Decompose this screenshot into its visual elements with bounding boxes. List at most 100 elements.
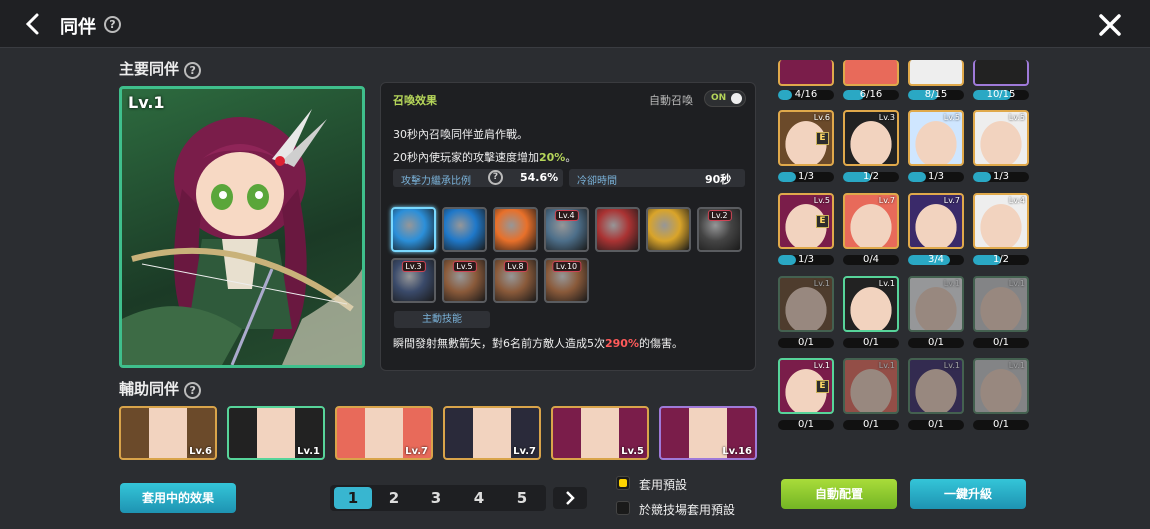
sub-companion-card[interactable]: Lv.7 (335, 406, 433, 460)
checked-indicator (619, 479, 627, 487)
skill-level-badge: Lv.10 (551, 261, 582, 272)
sub-companion-card[interactable]: Lv.1 (227, 406, 325, 460)
companion-card[interactable] (973, 60, 1029, 86)
top-bar: 同伴 ? (0, 0, 1150, 48)
shard-progress: 0/4 (843, 255, 899, 265)
companion-level: Lv.4 (1008, 196, 1025, 205)
companion-level: Lv.5 (813, 196, 830, 205)
companion-level: Lv.3 (878, 113, 895, 122)
arena-preset-checkbox[interactable] (616, 501, 630, 515)
help-icon[interactable]: ? (488, 170, 503, 185)
help-icon[interactable]: ? (184, 382, 202, 399)
companion-card[interactable]: Lv.7 (843, 193, 899, 249)
main-companion-level: Lv.1 (128, 93, 165, 112)
companion-card[interactable]: Lv.3 (843, 110, 899, 166)
companion-card[interactable]: Lv.1 (843, 358, 899, 414)
apply-preset-checkbox[interactable] (616, 476, 630, 490)
page-1-button[interactable]: 1 (334, 487, 372, 509)
companion-card[interactable]: Lv.1 (973, 358, 1029, 414)
skill-level-badge: Lv.8 (503, 261, 528, 272)
wind-blast-icon[interactable]: Lv.4 (544, 207, 589, 252)
page-selector: 1 2 3 4 5 (330, 485, 546, 511)
vortex-icon[interactable]: Lv.3 (391, 258, 436, 303)
shard-progress: 1/2 (843, 172, 899, 182)
gauntlet-icon[interactable] (595, 207, 640, 252)
ice-bow-icon[interactable] (442, 207, 487, 252)
companion-card[interactable]: Lv.1 (908, 276, 964, 332)
shard-progress: 0/1 (843, 420, 899, 430)
equipped-badge-icon: E (816, 132, 829, 145)
close-icon[interactable] (1098, 13, 1122, 37)
companion-level: Lv.1 (813, 279, 830, 288)
sub-companion-level: Lv.7 (405, 446, 428, 457)
sub-companion-card[interactable]: Lv.5 (551, 406, 649, 460)
companion-level: Lv.1 (1008, 361, 1025, 370)
companion-level: Lv.5 (943, 113, 960, 122)
fox-spirit-icon[interactable]: Lv.8 (493, 258, 538, 303)
companion-card[interactable]: Lv.1 E (778, 358, 834, 414)
sub-companion-level: Lv.1 (297, 446, 320, 457)
flame-icon[interactable] (493, 207, 538, 252)
companion-card[interactable] (778, 60, 834, 86)
fox-spirit-icon[interactable]: Lv.5 (442, 258, 487, 303)
sub-companion-card[interactable]: Lv.6 (119, 406, 217, 460)
shard-progress: 3/4 (908, 255, 964, 265)
arena-preset-label: 於競技場套用預設 (639, 503, 736, 517)
ice-arrow-icon[interactable] (391, 207, 436, 252)
back-arrow-icon[interactable] (22, 12, 44, 36)
sub-companion-card[interactable]: Lv.7 (443, 406, 541, 460)
sub-companion-level: Lv.16 (722, 446, 752, 457)
companion-level: Lv.7 (943, 196, 960, 205)
auto-arrange-button[interactable]: 自動配置 (781, 479, 897, 509)
main-companion-portrait[interactable]: Lv.1 (119, 86, 365, 368)
auto-summon-toggle[interactable]: ON (704, 90, 746, 107)
summon-effect-panel: 召喚效果 自動召喚 ON 30秒內召喚同伴並肩作戰。 20秒內使玩家的攻擊速度增… (380, 82, 756, 371)
shard-progress: 0/1 (908, 338, 964, 348)
page-4-button[interactable]: 4 (459, 485, 499, 511)
shard-progress: 10/15 (973, 90, 1029, 100)
companion-level: Lv.1 (878, 361, 895, 370)
effect-desc-line1: 30秒內召喚同伴並肩作戰。 (393, 128, 528, 141)
effect-desc-line2: 20秒內使玩家的攻擊速度增加20%。 (393, 151, 577, 164)
crossbow-icon[interactable]: Lv.2 (697, 207, 742, 252)
page-5-button[interactable]: 5 (502, 485, 542, 511)
shard-progress: 1/3 (973, 172, 1029, 182)
companion-card[interactable]: Lv.1 (973, 276, 1029, 332)
companion-card[interactable]: Lv.5 (908, 110, 964, 166)
companion-card[interactable] (908, 60, 964, 86)
companion-level: Lv.7 (878, 196, 895, 205)
panel-title: 召喚效果 (393, 94, 437, 107)
companion-card[interactable]: Lv.4 (973, 193, 1029, 249)
sub-companion-level: Lv.7 (513, 446, 536, 457)
companion-card[interactable]: Lv.7 (908, 193, 964, 249)
page-3-button[interactable]: 3 (416, 485, 456, 511)
help-icon[interactable]: ? (184, 62, 202, 79)
companion-level: Lv.1 (878, 279, 895, 288)
sub-companion-card[interactable]: Lv.16 (659, 406, 757, 460)
companion-level: Lv.1 (943, 361, 960, 370)
companion-card[interactable]: Lv.5 E (778, 193, 834, 249)
toggle-state: ON (711, 93, 727, 103)
skill-level-badge: Lv.4 (554, 210, 579, 221)
companion-card[interactable]: Lv.1 (843, 276, 899, 332)
sub-companion-level: Lv.5 (621, 446, 644, 457)
next-page-button[interactable] (553, 487, 587, 509)
shard-progress: 0/1 (973, 338, 1029, 348)
help-icon[interactable]: ? (104, 16, 121, 33)
companion-card[interactable]: Lv.5 (973, 110, 1029, 166)
companion-card[interactable]: Lv.6 E (778, 110, 834, 166)
page-2-button[interactable]: 2 (374, 485, 414, 511)
companion-level: Lv.6 (813, 113, 830, 122)
applied-effects-button[interactable]: 套用中的效果 (120, 483, 236, 513)
shard-progress: 0/1 (973, 420, 1029, 430)
companion-card[interactable]: Lv.1 (778, 276, 834, 332)
shard-progress: 8/15 (908, 90, 964, 100)
upgrade-all-button[interactable]: 一鍵升級 (910, 479, 1026, 509)
shard-progress: 4/16 (778, 90, 834, 100)
skill-description: 瞬間發射無數箭矢，對6名前方敵人造成5次290%的傷害。 (393, 337, 683, 350)
golden-arrow-icon[interactable] (646, 207, 691, 252)
fox-spirit-icon[interactable]: Lv.10 (544, 258, 589, 303)
companion-card[interactable] (843, 60, 899, 86)
shard-progress: 1/3 (908, 172, 964, 182)
companion-card[interactable]: Lv.1 (908, 358, 964, 414)
